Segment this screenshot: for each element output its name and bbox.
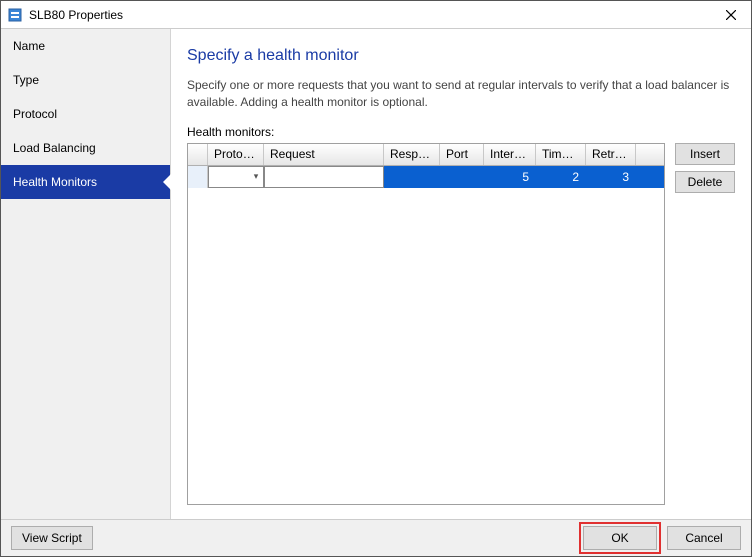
sidebar-item-name[interactable]: Name: [1, 29, 170, 63]
close-button[interactable]: [711, 1, 751, 28]
sidebar-item-load-balancing[interactable]: Load Balancing: [1, 131, 170, 165]
col-retries[interactable]: Retries: [586, 144, 636, 165]
delete-button[interactable]: Delete: [675, 171, 735, 193]
properties-window: SLB80 Properties Name Type Protocol Load…: [0, 0, 752, 557]
view-script-button[interactable]: View Script: [11, 526, 93, 550]
cell-retries[interactable]: 3: [586, 166, 636, 188]
app-icon: [7, 7, 23, 23]
sidebar: Name Type Protocol Load Balancing Health…: [1, 29, 171, 519]
grid-side-buttons: Insert Delete: [675, 143, 735, 505]
ok-button[interactable]: OK: [583, 526, 657, 550]
close-icon: [726, 10, 736, 20]
sidebar-item-label: Health Monitors: [13, 175, 97, 189]
cancel-button[interactable]: Cancel: [667, 526, 741, 550]
cell-interval[interactable]: 5: [484, 166, 536, 188]
cell-port[interactable]: [440, 166, 484, 188]
sidebar-item-label: Protocol: [13, 107, 57, 121]
sidebar-item-label: Load Balancing: [13, 141, 96, 155]
main-panel: Specify a health monitor Specify one or …: [171, 29, 751, 519]
table-label: Health monitors:: [187, 125, 735, 139]
sidebar-item-protocol[interactable]: Protocol: [1, 97, 170, 131]
col-protocol[interactable]: Protocol: [208, 144, 264, 165]
sidebar-item-health-monitors[interactable]: Health Monitors: [1, 165, 170, 199]
col-port[interactable]: Port: [440, 144, 484, 165]
insert-button[interactable]: Insert: [675, 143, 735, 165]
page-title: Specify a health monitor: [187, 47, 735, 65]
col-response[interactable]: Respo...: [384, 144, 440, 165]
cell-timeout[interactable]: 2: [536, 166, 586, 188]
cell-response[interactable]: [384, 166, 440, 188]
sidebar-item-type[interactable]: Type: [1, 63, 170, 97]
footer: View Script OK Cancel: [1, 519, 751, 556]
window-title: SLB80 Properties: [29, 8, 711, 22]
titlebar: SLB80 Properties: [1, 1, 751, 29]
col-timeout[interactable]: Time-...: [536, 144, 586, 165]
col-interval[interactable]: Interval: [484, 144, 536, 165]
sidebar-item-label: Name: [13, 39, 45, 53]
row-selector[interactable]: [188, 166, 208, 188]
grid-header: Protocol Request Respo... Port Interval …: [188, 144, 664, 166]
chevron-down-icon: ▾: [249, 171, 263, 182]
health-monitors-grid[interactable]: Protocol Request Respo... Port Interval …: [187, 143, 665, 505]
page-description: Specify one or more requests that you wa…: [187, 77, 735, 111]
col-rowheader: [188, 144, 208, 165]
table-row[interactable]: ▾ Http Tcp 5 2 3: [188, 166, 664, 188]
sidebar-item-label: Type: [13, 73, 39, 87]
cell-protocol[interactable]: ▾ Http Tcp: [208, 166, 264, 188]
cell-request[interactable]: [264, 166, 384, 188]
col-request[interactable]: Request: [264, 144, 384, 165]
